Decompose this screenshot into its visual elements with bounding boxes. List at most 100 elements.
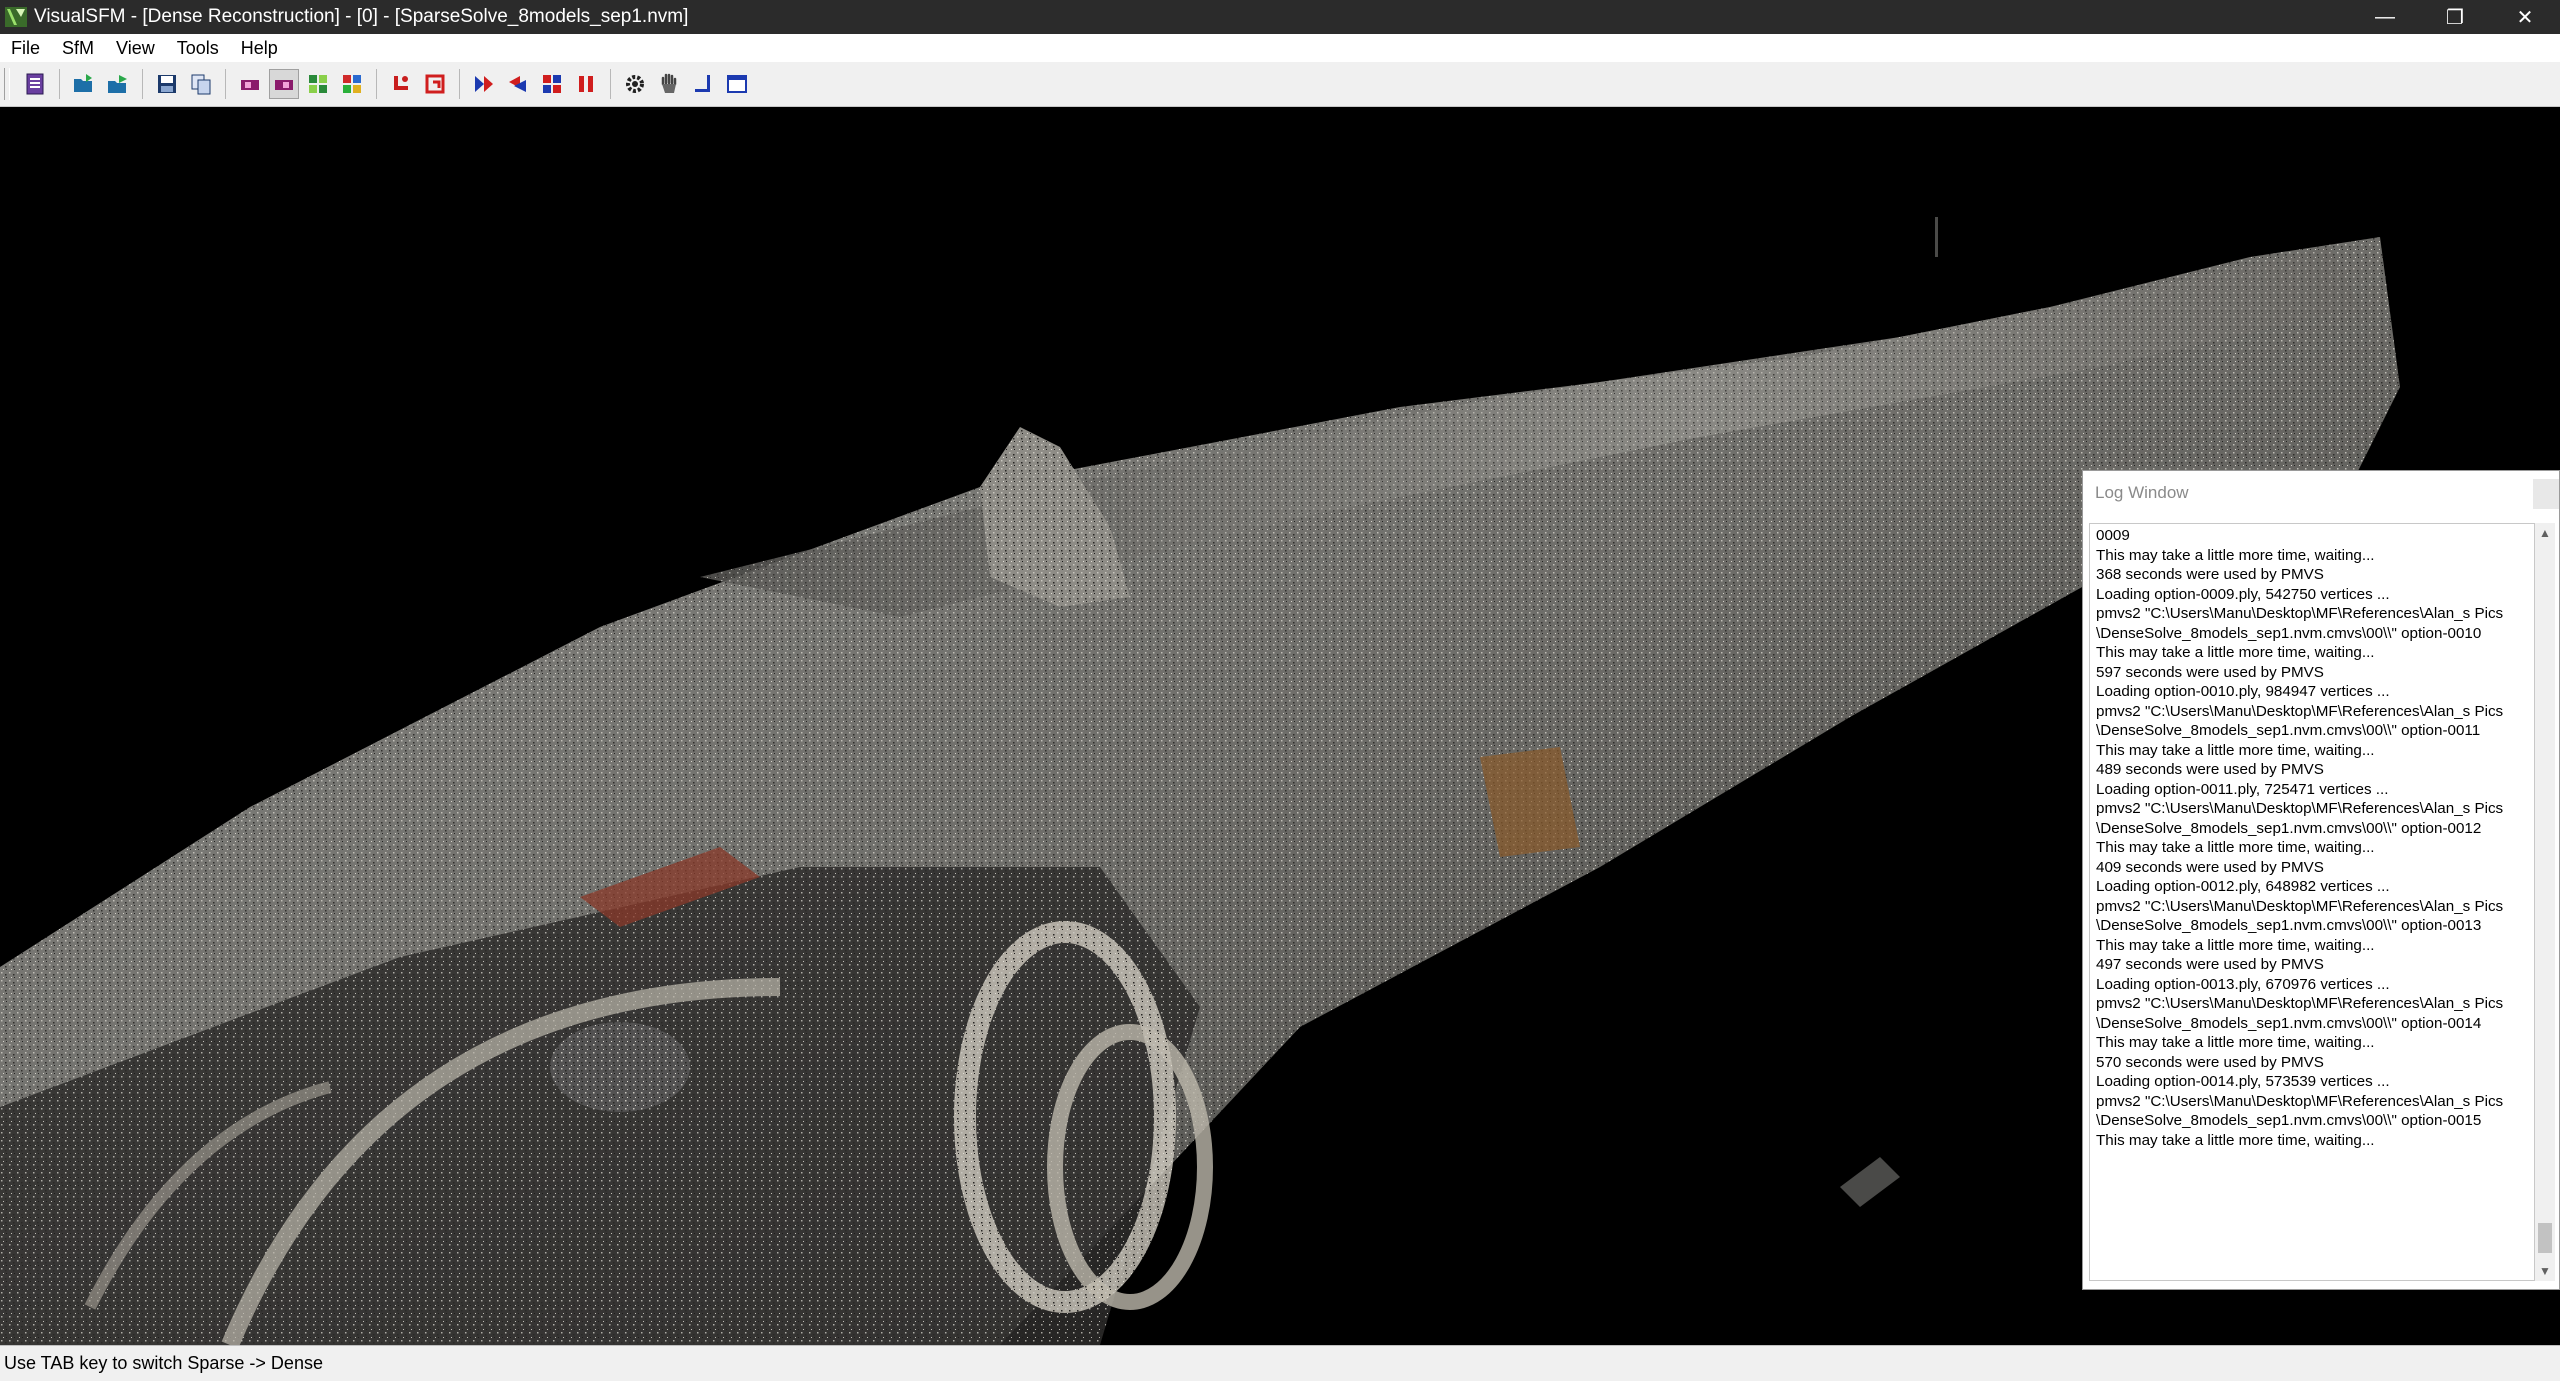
- log-line: 570 seconds were used by PMVS: [2096, 1053, 2324, 1071]
- menu-sfm[interactable]: SfM: [51, 34, 105, 62]
- log-line: This may take a little more time, waitin…: [2096, 936, 2375, 954]
- pairwise-icon: [309, 75, 327, 93]
- toolbar-separator: [142, 69, 143, 99]
- log-line: This may take a little more time, waitin…: [2096, 644, 2375, 661]
- menu-file[interactable]: File: [0, 34, 51, 62]
- log-text-area[interactable]: 0009 This may take a little more time, wa…: [2089, 523, 2535, 1281]
- menu-tools[interactable]: Tools: [166, 34, 230, 62]
- log-scrollbar[interactable]: ▲ ▼: [2535, 523, 2555, 1281]
- pan-tool-button[interactable]: [654, 69, 684, 99]
- toolbar-separator: [225, 69, 226, 99]
- pause-button[interactable]: [571, 69, 601, 99]
- window-controls: — ❐ ✕: [2350, 0, 2560, 34]
- log-line: pmvs2 "C:\Users\Manu\Desktop\MF\Referenc…: [2096, 1092, 2504, 1130]
- gear-icon: [626, 75, 644, 93]
- scroll-thumb[interactable]: [2538, 1223, 2552, 1253]
- toolbar: [0, 62, 2560, 107]
- open-button[interactable]: [69, 69, 99, 99]
- reconstruct-icon: [394, 76, 408, 90]
- window-title: VisualSFM - [Dense Reconstruction] - [0]…: [34, 6, 689, 27]
- match-pressed-icon: [275, 80, 293, 90]
- run-all-button[interactable]: [503, 69, 533, 99]
- close-button[interactable]: ✕: [2490, 0, 2560, 34]
- open-multiple-icon: [108, 75, 127, 93]
- maximize-icon: ❐: [2446, 6, 2464, 29]
- log-line: pmvs2 "C:\Users\Manu\Desktop\MF\Referenc…: [2096, 897, 2504, 935]
- menu-view[interactable]: View: [105, 34, 166, 62]
- window-mode-button[interactable]: [722, 69, 752, 99]
- reconstruct-sparse-button[interactable]: [386, 69, 416, 99]
- log-icon: [26, 73, 44, 95]
- scroll-up-arrow-icon[interactable]: ▲: [2535, 523, 2555, 543]
- compute-match-button[interactable]: [269, 69, 299, 99]
- show-log-button[interactable]: [20, 69, 50, 99]
- resize-icon: [695, 75, 710, 92]
- hand-icon: [661, 73, 677, 93]
- cmvs-icon: [543, 75, 561, 93]
- run-icon: [475, 76, 493, 92]
- log-line: 597 seconds were used by PMVS: [2096, 663, 2324, 681]
- log-line: pmvs2 "C:\Users\Manu\Desktop\MF\Referenc…: [2096, 995, 2504, 1032]
- copy-icon: [191, 74, 211, 95]
- status-bar: Use TAB key to switch Sparse -> Dense: [0, 1345, 2560, 1381]
- resize-button[interactable]: [688, 69, 718, 99]
- visualsfm-app-icon: [5, 7, 27, 27]
- scroll-down-arrow-icon[interactable]: ▼: [2535, 1261, 2555, 1281]
- open-multiple-button[interactable]: [103, 69, 133, 99]
- log-line: This may take a little more time, waitin…: [2096, 839, 2375, 856]
- window-icon: [727, 75, 747, 93]
- log-line: Loading option-0009.ply, 542750 vertices…: [2096, 585, 2390, 603]
- log-line: This may take a little more time, waitin…: [2096, 741, 2375, 759]
- pause-icon: [579, 76, 593, 92]
- log-window-close-button[interactable]: [2533, 479, 2559, 509]
- cmvs-button[interactable]: [537, 69, 567, 99]
- toolbar-separator: [376, 69, 377, 99]
- log-line: 368 seconds were used by PMVS: [2096, 566, 2324, 583]
- log-line: Loading option-0011.ply, 725471 vertices…: [2096, 780, 2389, 798]
- log-line: This may take a little more time, waitin…: [2096, 546, 2375, 564]
- log-line: 489 seconds were used by PMVS: [2096, 761, 2324, 778]
- menu-help[interactable]: Help: [230, 34, 289, 62]
- log-line: This may take a little more time, waitin…: [2096, 1131, 2375, 1149]
- log-line: pmvs2 "C:\Users\Manu\Desktop\MF\Referenc…: [2096, 800, 2504, 837]
- log-text: 0009 This may take a little more time, wa…: [2096, 526, 2508, 1150]
- log-line: pmvs2 "C:\Users\Manu\Desktop\MF\Referenc…: [2096, 605, 2504, 642]
- toolbar-separator: [459, 69, 460, 99]
- log-line: Loading option-0012.ply, 648982 vertices…: [2096, 878, 2390, 895]
- log-window-titlebar[interactable]: Log Window: [2083, 471, 2559, 517]
- title-bar: VisualSFM - [Dense Reconstruction] - [0]…: [0, 0, 2560, 34]
- match-icon: [241, 80, 259, 90]
- copy-button[interactable]: [186, 69, 216, 99]
- toolbar-separator: [610, 69, 611, 99]
- log-line: Loading option-0014.ply, 573539 vertices…: [2096, 1073, 2390, 1090]
- reset-icon: [425, 74, 445, 94]
- status-text: Use TAB key to switch Sparse -> Dense: [4, 1353, 323, 1373]
- log-line: Loading option-0010.ply, 984947 vertices…: [2096, 683, 2390, 700]
- log-window: Log Window 0009 This may take a little mo…: [2082, 470, 2560, 1290]
- toolbar-separator: [59, 69, 60, 99]
- save-icon: [158, 75, 176, 93]
- toolbar-grip[interactable]: [4, 68, 10, 100]
- reset-button[interactable]: [420, 69, 450, 99]
- log-line: 409 seconds were used by PMVS: [2096, 858, 2324, 876]
- compute-missing-match-button[interactable]: [235, 69, 265, 99]
- open-icon: [74, 74, 92, 92]
- settings-button[interactable]: [620, 69, 650, 99]
- grid-view-button[interactable]: [337, 69, 367, 99]
- save-button[interactable]: [152, 69, 182, 99]
- log-line: pmvs2 "C:\Users\Manu\Desktop\MF\Referenc…: [2096, 702, 2504, 740]
- close-icon: ✕: [2516, 6, 2534, 29]
- log-line: Loading option-0013.ply, 670976 vertices…: [2096, 975, 2390, 993]
- log-line: This may take a little more time, waitin…: [2096, 1034, 2375, 1051]
- run-all-icon: [509, 76, 526, 92]
- log-line: 0009: [2096, 527, 2130, 544]
- minimize-icon: —: [2375, 5, 2395, 28]
- grid-icon: [343, 75, 361, 93]
- log-window-title: Log Window: [2095, 483, 2189, 502]
- menu-bar: File SfM View Tools Help: [0, 34, 2560, 63]
- run-dense-button[interactable]: [469, 69, 499, 99]
- maximize-button[interactable]: ❐: [2420, 0, 2490, 34]
- minimize-button[interactable]: —: [2350, 0, 2420, 34]
- log-line: 497 seconds were used by PMVS: [2096, 956, 2324, 973]
- pairwise-matching-button[interactable]: [303, 69, 333, 99]
